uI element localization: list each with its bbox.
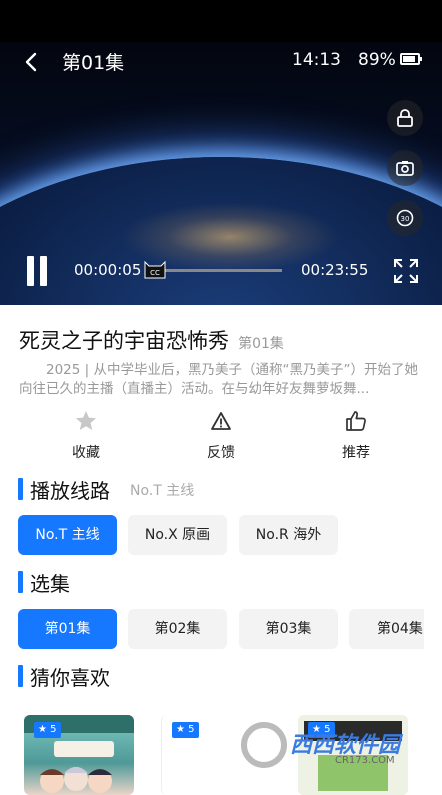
progress-track[interactable] xyxy=(150,269,282,272)
recommend-label: 推荐 xyxy=(316,442,396,462)
back-arrow-icon[interactable] xyxy=(20,50,44,74)
episode-chip-03[interactable]: 第03集 xyxy=(239,609,338,649)
line-option-t[interactable]: No.T 主线 xyxy=(18,515,117,555)
rating-badge: ★ 5 xyxy=(34,722,61,738)
clock: 14:13 xyxy=(292,50,341,70)
screenshot-button[interactable] xyxy=(387,150,423,186)
recommend-heading-text: 猜你喜欢 xyxy=(30,662,110,691)
site-watermark: 西西软件园 CR173.COM xyxy=(240,715,440,775)
player-controls: 00:00:05 CC 00:23:55 xyxy=(0,247,442,297)
lock-icon xyxy=(395,108,415,128)
episode-chip-04[interactable]: 第04集 xyxy=(349,609,424,649)
episode-chip-02[interactable]: 第02集 xyxy=(128,609,227,649)
show-description[interactable]: 2025 | 从中学毕业后，黑乃美子（通称“黑乃美子”）开始了她向往已久的主播（… xyxy=(19,361,424,399)
pause-button[interactable] xyxy=(25,256,49,286)
rewind-30-button[interactable]: 30 xyxy=(387,200,423,236)
show-episode: 第01集 xyxy=(238,336,284,352)
lines-heading-text: 播放线路 xyxy=(30,475,110,504)
watermark-url: CR173.COM xyxy=(335,755,395,766)
lock-button[interactable] xyxy=(387,100,423,136)
current-line-label: No.T 主线 xyxy=(130,480,194,500)
episodes-heading-text: 选集 xyxy=(30,568,70,597)
episode-title: 第01集 xyxy=(62,48,124,75)
title-row: 死灵之子的宇宙恐怖秀 第01集 xyxy=(19,325,284,355)
battery-percent: 89% xyxy=(358,50,396,70)
favorite-label: 收藏 xyxy=(46,442,126,462)
rating-value: 5 xyxy=(50,724,56,735)
recommend-button[interactable]: 推荐 xyxy=(316,409,396,462)
show-title: 死灵之子的宇宙恐怖秀 xyxy=(19,329,229,353)
video-player[interactable]: 第01集 14:13 89% 30 00:00:05 CC 00:23:55 xyxy=(0,42,442,305)
rating-value: 5 xyxy=(188,724,194,735)
line-option-x[interactable]: No.X 原画 xyxy=(128,515,227,555)
player-header: 第01集 14:13 89% xyxy=(0,42,442,80)
svg-text:30: 30 xyxy=(401,215,410,223)
current-time: 00:00:05 xyxy=(74,261,141,279)
feedback-label: 反馈 xyxy=(181,442,261,462)
action-bar: 收藏 反馈 推荐 xyxy=(0,409,442,469)
thumbs-up-icon xyxy=(344,409,368,433)
feedback-button[interactable]: 反馈 xyxy=(181,409,261,462)
status-area xyxy=(0,0,442,42)
battery-icon xyxy=(400,53,420,65)
fullscreen-icon[interactable] xyxy=(393,258,419,284)
recommend-card[interactable]: ★ 5 xyxy=(24,715,134,795)
rewind-30-icon: 30 xyxy=(395,208,415,228)
star-icon xyxy=(74,409,98,433)
pause-icon-bar xyxy=(40,256,47,286)
camera-icon xyxy=(395,158,415,178)
rating-badge: ★ 5 xyxy=(172,722,199,738)
heading-accent-bar xyxy=(18,665,23,687)
pause-icon-bar xyxy=(27,256,34,286)
episode-chip-01[interactable]: 第01集 xyxy=(18,609,117,649)
progress-thumb-cat-icon[interactable]: CC xyxy=(143,258,167,280)
total-time: 00:23:55 xyxy=(301,261,368,279)
warning-icon xyxy=(209,409,233,433)
favorite-button[interactable]: 收藏 xyxy=(46,409,126,462)
line-option-r[interactable]: No.R 海外 xyxy=(239,515,338,555)
heading-accent-bar xyxy=(18,478,23,500)
watermark-logo-icon xyxy=(240,721,288,769)
heading-accent-bar xyxy=(18,571,23,593)
svg-text:CC: CC xyxy=(150,269,160,277)
